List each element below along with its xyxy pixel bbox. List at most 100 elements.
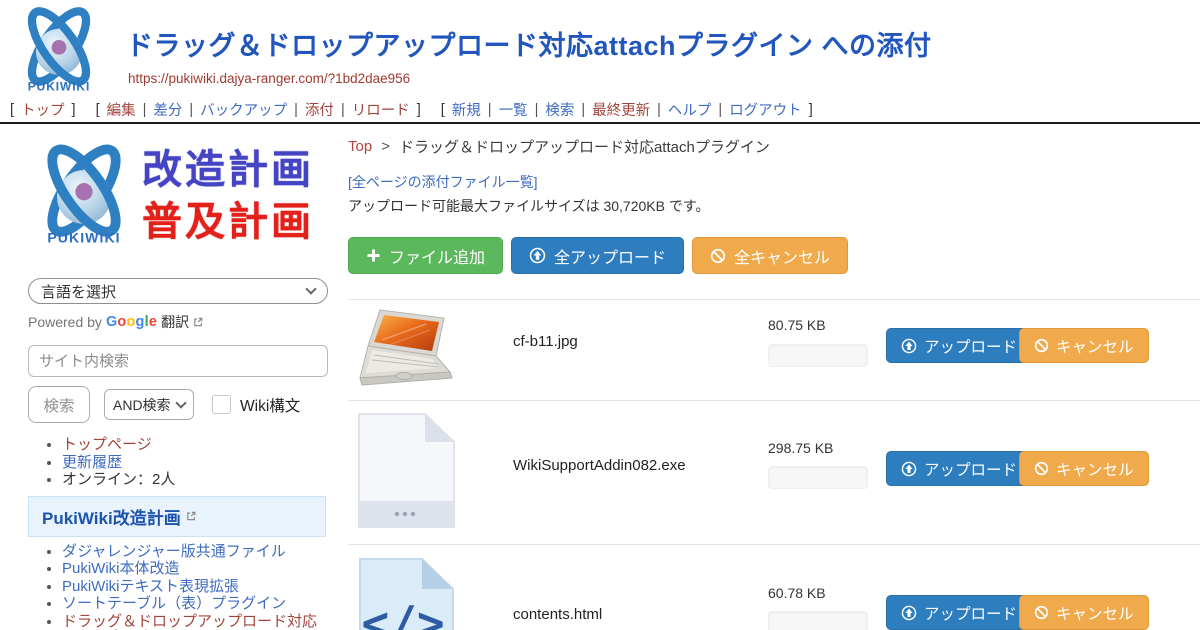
- nav-item-backup[interactable]: バックアップ: [200, 99, 287, 120]
- bracket: [: [96, 102, 100, 118]
- add-files-button[interactable]: ファイル追加: [348, 237, 503, 274]
- sidebar-page-links: ダジャレンジャー版共通ファイル PukiWiki本体改造 PukiWikiテキス…: [28, 544, 331, 630]
- search-mode-value: AND検索: [113, 395, 171, 415]
- list-item: PukiWikiテキスト表現拡張: [62, 579, 331, 596]
- header: PUKIWIKI ドラッグ＆ドロップアップロード対応attachプラグイン への…: [0, 0, 1200, 97]
- cancel-all-button[interactable]: 全キャンセル: [692, 237, 848, 274]
- sidebar-link-toppage[interactable]: トップページ: [62, 436, 152, 453]
- upload-progress-bar: [768, 611, 868, 630]
- separator: |: [143, 102, 147, 118]
- online-users-status: オンライン：2人: [62, 471, 175, 488]
- upload-button[interactable]: アップロード: [886, 595, 1032, 630]
- list-item: 更新履歴: [62, 455, 331, 472]
- nav-item-logout[interactable]: ログアウト: [729, 99, 802, 120]
- pukiwiki-logo-icon[interactable]: PUKIWIKI: [12, 5, 106, 97]
- separator: |: [341, 102, 345, 118]
- external-link-icon: [185, 510, 197, 522]
- google-translate-attribution: Powered by Google 翻訳: [28, 312, 331, 332]
- sidebar-site-banner[interactable]: PUKIWIKI 改造計画 普及計画: [28, 138, 331, 253]
- upload-toolbar: ファイル追加 全アップロード 全キャンセル: [348, 237, 1200, 274]
- search-controls: 検索 AND検索 Wiki構文: [28, 386, 331, 423]
- nav-item-edit[interactable]: 編集: [107, 99, 136, 120]
- sidebar-link-common-files[interactable]: ダジャレンジャー版共通ファイル: [62, 543, 286, 560]
- table-row: WikiSupportAddin082.exe 298.75 KB アップロード: [348, 400, 1200, 544]
- upload-button[interactable]: アップロード: [886, 328, 1032, 363]
- file-name: cf-b11.jpg: [513, 333, 578, 350]
- upload-circle-icon: [901, 605, 917, 621]
- wiki-syntax-checkbox[interactable]: [212, 395, 231, 414]
- ban-circle-icon: [1034, 338, 1049, 353]
- all-pages-attach-list-link[interactable]: [全ページの添付ファイル一覧]: [348, 172, 538, 192]
- nav-item-new[interactable]: 新規: [452, 99, 481, 120]
- plus-icon: [366, 248, 381, 263]
- sidebar-link-history[interactable]: 更新履歴: [62, 454, 122, 471]
- separator: |: [294, 102, 298, 118]
- nav-item-attach[interactable]: 添付: [305, 99, 334, 120]
- file-size: 80.75 KB: [768, 317, 826, 333]
- list-item: ドラッグ＆ドロップアップロード対応attachプラグイン: [62, 614, 331, 630]
- banner-line-fukyu: 普及計画: [142, 196, 314, 248]
- separator: |: [657, 102, 661, 118]
- list-item: PukiWiki本体改造: [62, 561, 331, 578]
- nav-item-search[interactable]: 検索: [545, 99, 574, 120]
- upload-progress-bar: [768, 344, 868, 367]
- sidebar-link-dnd-attach[interactable]: ドラッグ＆ドロップアップロード対応attachプラグイン: [62, 613, 317, 630]
- breadcrumb-home-link[interactable]: Top: [348, 138, 372, 155]
- cancel-button[interactable]: キャンセル: [1019, 451, 1149, 486]
- search-mode-select[interactable]: AND検索: [104, 389, 194, 420]
- upload-all-button[interactable]: 全アップロード: [511, 237, 684, 274]
- upload-queue: cf-b11.jpg 80.75 KB アップロード キャンセル: [348, 299, 1200, 630]
- translate-link[interactable]: 翻訳: [161, 312, 204, 332]
- search-button[interactable]: 検索: [28, 386, 90, 423]
- code-glyph: </>: [361, 596, 444, 630]
- logo-wordmark: PUKIWIKI: [28, 80, 90, 94]
- sidebar: PUKIWIKI 改造計画 普及計画 言語を選択 Powered by Goog…: [0, 124, 345, 630]
- google-logo: Google: [106, 314, 157, 330]
- sidebar-link-sort-table[interactable]: ソートテーブル（表）プラグイン: [62, 595, 286, 612]
- file-name: WikiSupportAddin082.exe: [513, 457, 686, 474]
- page-url: https://pukiwiki.dajya-ranger.com/?1bd2d…: [128, 71, 410, 86]
- nav-item-diff[interactable]: 差分: [153, 99, 182, 120]
- separator: |: [189, 102, 193, 118]
- wiki-syntax-label: Wiki構文: [240, 394, 300, 416]
- ban-circle-icon: [1034, 605, 1049, 620]
- file-size: 298.75 KB: [768, 440, 833, 456]
- chevron-down-icon: [175, 397, 186, 408]
- separator: |: [535, 102, 539, 118]
- sidebar-link-text-ext[interactable]: PukiWikiテキスト表現拡張: [62, 578, 239, 595]
- top-nav: [ トップ ] [ 編集 | 差分 | バックアップ | 添付 | リロード ]…: [0, 97, 1200, 122]
- sidebar-quick-links: トップページ 更新履歴 オンライン：2人: [28, 437, 331, 489]
- separator: |: [718, 102, 722, 118]
- file-name: contents.html: [513, 606, 602, 623]
- breadcrumb-separator: >: [381, 138, 390, 155]
- nav-item-recent[interactable]: 最終更新: [592, 99, 650, 120]
- bracket: ]: [417, 102, 421, 118]
- main-content: Top > ドラッグ＆ドロップアップロード対応attachプラグイン [全ページ…: [345, 124, 1200, 630]
- pukiwiki-logo-icon: PUKIWIKI: [28, 142, 140, 250]
- upload-button[interactable]: アップロード: [886, 451, 1032, 486]
- external-link-icon: [192, 316, 204, 328]
- nav-item-list[interactable]: 一覧: [499, 99, 528, 120]
- site-search-input[interactable]: [28, 345, 328, 377]
- table-row: </> contents.html 60.78 KB アップロード: [348, 544, 1200, 630]
- generic-file-icon: [357, 412, 456, 529]
- bracket: [: [441, 102, 445, 118]
- max-upload-size-text: アップロード可能最大ファイルサイズは 30,720KB です。: [348, 196, 1200, 216]
- nav-item-top[interactable]: トップ: [21, 99, 65, 120]
- chevron-down-icon: [305, 283, 316, 294]
- sidebar-section-title-link[interactable]: PukiWiki改造計画: [42, 504, 197, 529]
- upload-circle-icon: [901, 338, 917, 354]
- language-select-value: 言語を選択: [41, 281, 116, 302]
- list-item: オンライン：2人: [62, 472, 331, 489]
- sidebar-link-core-mod[interactable]: PukiWiki本体改造: [62, 560, 180, 577]
- cancel-button[interactable]: キャンセル: [1019, 328, 1149, 363]
- ban-circle-icon: [710, 248, 726, 264]
- banner-slogan: 改造計画 普及計画: [142, 144, 314, 248]
- page-title: ドラッグ＆ドロップアップロード対応attachプラグイン への添付: [126, 24, 932, 63]
- ban-circle-icon: [1034, 461, 1049, 476]
- language-select[interactable]: 言語を選択: [28, 278, 328, 304]
- banner-line-kaizo: 改造計画: [142, 144, 314, 196]
- nav-item-help[interactable]: ヘルプ: [668, 99, 712, 120]
- nav-item-reload[interactable]: リロード: [352, 99, 410, 120]
- cancel-button[interactable]: キャンセル: [1019, 595, 1149, 630]
